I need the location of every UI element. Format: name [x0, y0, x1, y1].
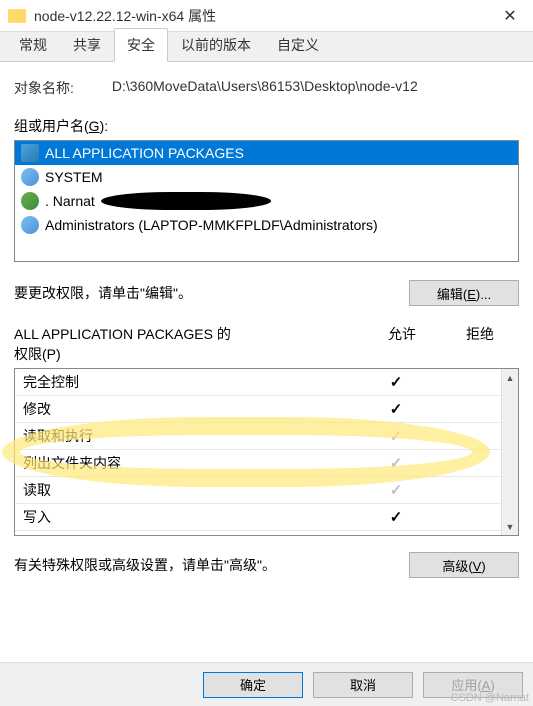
- allow-cell: ✓: [361, 481, 431, 499]
- pkg-icon: [21, 144, 39, 162]
- permission-row: 读取和执行 ✓: [15, 423, 501, 450]
- object-row: 对象名称: D:\360MoveData\Users\86153\Desktop…: [14, 78, 519, 98]
- security-panel: 对象名称: D:\360MoveData\Users\86153\Desktop…: [0, 62, 533, 662]
- tab-1[interactable]: 共享: [60, 28, 114, 61]
- group-item[interactable]: . Narnat: [15, 189, 518, 213]
- group-name: ALL APPLICATION PACKAGES: [45, 145, 244, 161]
- groups-label: 组或用户名(G):: [14, 116, 519, 136]
- group-name: . Narnat: [45, 193, 95, 209]
- redaction: [101, 192, 271, 210]
- perm-header-line2: 权限(P): [14, 344, 363, 364]
- tab-3[interactable]: 以前的版本: [168, 28, 264, 61]
- permission-row: 完全控制 ✓: [15, 369, 501, 396]
- tab-4[interactable]: 自定义: [264, 28, 332, 61]
- permission-name: 完全控制: [23, 372, 361, 392]
- users-icon: [21, 168, 39, 186]
- tab-2[interactable]: 安全: [114, 28, 168, 62]
- allow-cell: ✓: [361, 373, 431, 391]
- scroll-down-icon[interactable]: ▼: [502, 518, 518, 535]
- edit-button[interactable]: 编辑(E)...: [409, 280, 519, 306]
- tab-0[interactable]: 常规: [6, 28, 60, 61]
- group-name: SYSTEM: [45, 169, 103, 185]
- permission-name: 读取和执行: [23, 426, 361, 446]
- window-title: node-v12.22.12-win-x64 属性: [34, 6, 487, 26]
- perm-header-line1: ALL APPLICATION PACKAGES 的: [14, 324, 363, 344]
- group-item[interactable]: Administrators (LAPTOP-MMKFPLDF\Administ…: [15, 213, 518, 237]
- check-icon: ✓: [390, 482, 403, 499]
- edit-row: 要更改权限，请单击"编辑"。 编辑(E)...: [14, 280, 519, 306]
- permission-row: 修改 ✓: [15, 396, 501, 423]
- group-name: Administrators (LAPTOP-MMKFPLDF\Administ…: [45, 217, 378, 233]
- user-icon: [21, 192, 39, 210]
- tabs: 常规共享安全以前的版本自定义: [0, 32, 533, 62]
- scroll-up-icon[interactable]: ▲: [502, 369, 518, 386]
- cancel-button[interactable]: 取消: [313, 672, 413, 698]
- advanced-hint: 有关特殊权限或高级设置，请单击"高级"。: [14, 555, 409, 575]
- permission-row: 列出文件夹内容 ✓: [15, 450, 501, 477]
- permission-name: 列出文件夹内容: [23, 453, 361, 473]
- permissions-header: ALL APPLICATION PACKAGES 的 权限(P) 允许 拒绝: [14, 324, 519, 364]
- check-icon: ✓: [390, 509, 403, 526]
- group-item[interactable]: SYSTEM: [15, 165, 518, 189]
- check-icon: ✓: [390, 374, 403, 391]
- check-icon: ✓: [390, 401, 403, 418]
- scrollbar[interactable]: ▲ ▼: [501, 369, 518, 535]
- allow-cell: ✓: [361, 508, 431, 526]
- users-icon: [21, 216, 39, 234]
- check-icon: ✓: [390, 455, 403, 472]
- permission-name: 写入: [23, 507, 361, 527]
- object-path: D:\360MoveData\Users\86153\Desktop\node-…: [112, 78, 418, 98]
- permission-name: 修改: [23, 399, 361, 419]
- check-icon: ✓: [390, 428, 403, 445]
- edit-hint: 要更改权限，请单击"编辑"。: [14, 283, 409, 303]
- allow-cell: ✓: [361, 400, 431, 418]
- permission-row: 写入 ✓: [15, 504, 501, 531]
- col-allow: 允许: [363, 324, 441, 364]
- watermark: CSDN @Narnat: [451, 692, 529, 704]
- col-deny: 拒绝: [441, 324, 519, 364]
- permissions-listbox: 完全控制 ✓ 修改 ✓ 读取和执行 ✓ 列出文件夹内容 ✓ 读取 ✓ 写入 ✓ ▲ ▼: [14, 368, 519, 536]
- allow-cell: ✓: [361, 454, 431, 472]
- close-button[interactable]: ✕: [487, 0, 533, 32]
- object-label: 对象名称:: [14, 78, 74, 98]
- groups-listbox[interactable]: ALL APPLICATION PACKAGES SYSTEM . Narnat Ad…: [14, 140, 519, 262]
- advanced-button[interactable]: 高级(V): [409, 552, 519, 578]
- ok-button[interactable]: 确定: [203, 672, 303, 698]
- permission-name: 读取: [23, 480, 361, 500]
- group-item[interactable]: ALL APPLICATION PACKAGES: [15, 141, 518, 165]
- allow-cell: ✓: [361, 427, 431, 445]
- permission-row: 读取 ✓: [15, 477, 501, 504]
- folder-icon: [8, 9, 26, 23]
- advanced-row: 有关特殊权限或高级设置，请单击"高级"。 高级(V): [14, 552, 519, 578]
